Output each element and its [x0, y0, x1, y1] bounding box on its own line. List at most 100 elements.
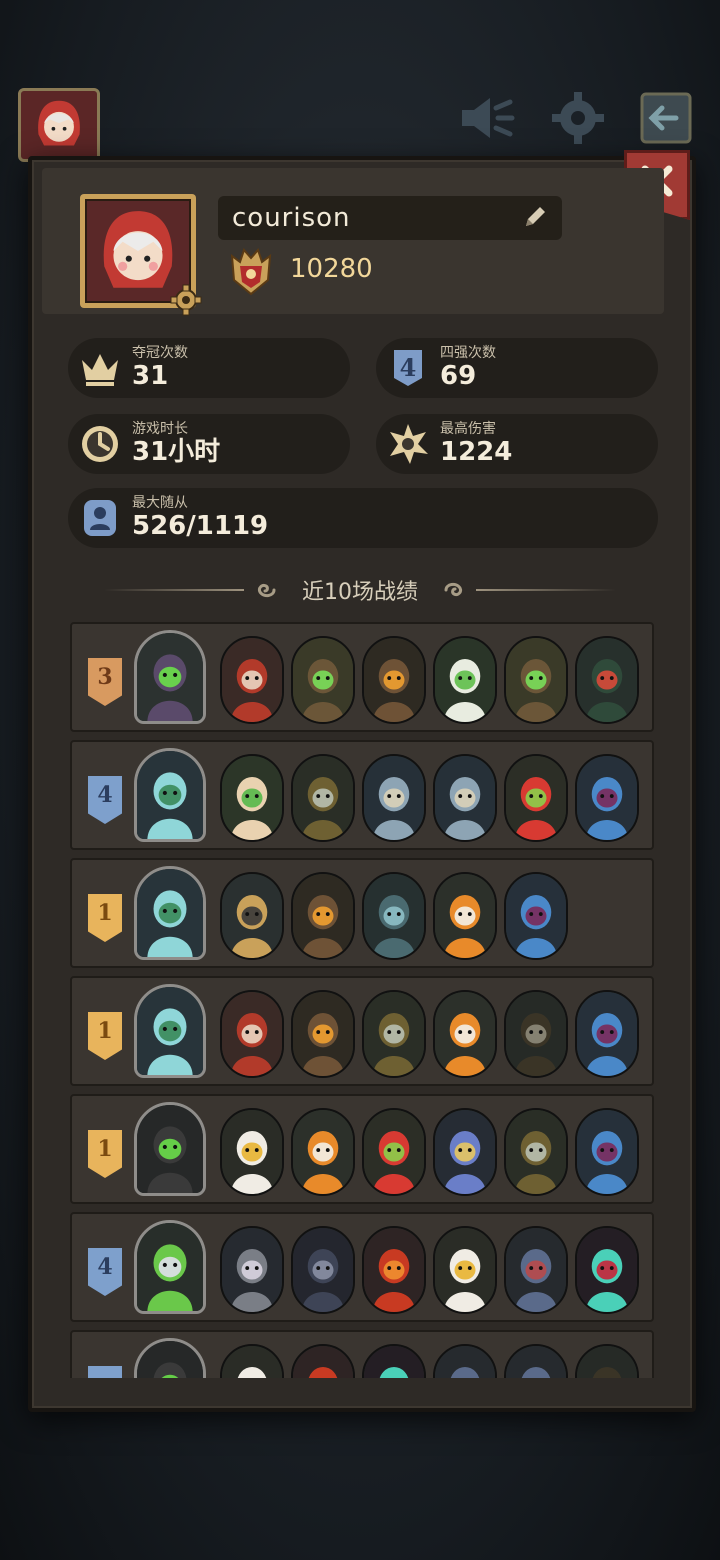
minion-icon	[76, 494, 124, 542]
match-row[interactable]: 4	[70, 1212, 654, 1322]
red-hood-assassin-unit-icon[interactable]	[220, 990, 284, 1078]
spirit-ghost-unit-icon[interactable]	[362, 1344, 426, 1378]
shadow-cat-hero-portrait[interactable]	[134, 1102, 206, 1196]
damage-burst-icon	[384, 420, 432, 468]
pumpkin-ghost-unit-icon[interactable]	[433, 990, 497, 1078]
bat-demon-unit-icon[interactable]	[433, 1344, 497, 1378]
trophy-crest-icon	[230, 248, 272, 296]
placement-badge: 1	[88, 1130, 122, 1178]
stat-max-damage: 最高伤害 1224	[376, 414, 658, 474]
speaker-icon[interactable]	[452, 88, 520, 148]
placement-badge: 1	[88, 1012, 122, 1060]
match-row[interactable]: 1	[70, 1094, 654, 1204]
stat-championships: 夺冠次数 31	[68, 338, 350, 398]
bat-demon-unit-icon[interactable]	[504, 1226, 568, 1314]
placement-badge: 4	[88, 1248, 122, 1296]
stat-value: 526/1119	[132, 511, 269, 541]
player-name: courison	[232, 203, 351, 233]
match-row[interactable]: 1	[70, 858, 654, 968]
match-history-list[interactable]: 3 4 1 1 1 4	[66, 620, 656, 1378]
werewolf-unit-icon[interactable]	[291, 1226, 355, 1314]
treant-unit-icon[interactable]	[291, 636, 355, 724]
leaf-sprout-unit-icon[interactable]	[220, 754, 284, 842]
scythe-reaper-unit-icon[interactable]	[504, 990, 568, 1078]
treant-unit-icon[interactable]	[504, 636, 568, 724]
fire-imp-unit-icon[interactable]	[362, 1226, 426, 1314]
top-avatar-button[interactable]	[18, 88, 100, 162]
match-row[interactable]: 3	[70, 622, 654, 732]
pumpkin-ghost-unit-icon[interactable]	[291, 1108, 355, 1196]
stat-label: 夺冠次数	[132, 345, 188, 361]
griffin-unit-icon[interactable]	[433, 1226, 497, 1314]
divider-line	[476, 589, 616, 591]
scarecrow-hero-portrait[interactable]	[134, 630, 206, 724]
naga-siren-unit-icon[interactable]	[575, 1108, 639, 1196]
red-hood-assassin-unit-icon[interactable]	[220, 636, 284, 724]
stat-max-minions: 最大随从 526/1119	[68, 488, 658, 548]
fire-imp-unit-icon[interactable]	[291, 1344, 355, 1378]
top4-badge-icon: 4	[384, 344, 432, 392]
griffin-unit-icon[interactable]	[220, 1108, 284, 1196]
placement-badge: 4	[88, 776, 122, 824]
grinning-plant-unit-icon[interactable]	[575, 636, 639, 724]
svg-text:4: 4	[400, 353, 417, 382]
match-row[interactable]: 4	[70, 740, 654, 850]
tomato-demon-unit-icon[interactable]	[362, 1108, 426, 1196]
spirit-ghost-unit-icon[interactable]	[575, 1226, 639, 1314]
gear-icon[interactable]	[544, 88, 612, 148]
wooden-golem-unit-icon[interactable]	[362, 636, 426, 724]
stat-top4: 4 四强次数 69	[376, 338, 658, 398]
paladin-unit-icon[interactable]	[433, 1108, 497, 1196]
swirl-ornament-icon	[258, 584, 276, 598]
section-title: 近10场战绩	[302, 580, 418, 605]
bat-demon-unit-icon[interactable]	[504, 1344, 568, 1378]
fat-noble-hero-portrait[interactable]	[134, 1220, 206, 1314]
shadow-cat-hero-portrait[interactable]	[134, 1338, 206, 1378]
exit-icon[interactable]	[632, 88, 700, 148]
divider-line	[104, 589, 244, 591]
stat-label: 游戏时长	[132, 421, 188, 437]
stat-label: 最大随从	[132, 495, 188, 511]
swirl-ornament-icon	[444, 582, 462, 596]
mushroom-crab-unit-icon[interactable]	[362, 754, 426, 842]
gray-dragon-unit-icon[interactable]	[220, 1226, 284, 1314]
fairy-queen-hero-portrait[interactable]	[134, 748, 206, 842]
player-name-bar[interactable]: courison	[218, 196, 562, 240]
avatar-settings-icon[interactable]	[170, 284, 202, 316]
naga-siren-unit-icon[interactable]	[504, 872, 568, 960]
naga-siren-unit-icon[interactable]	[575, 990, 639, 1078]
witch-hat-unit-icon[interactable]	[504, 1108, 568, 1196]
clock-icon	[76, 420, 124, 468]
edit-pencil-icon[interactable]	[522, 204, 548, 230]
naga-siren-unit-icon[interactable]	[575, 754, 639, 842]
scythe-reaper-unit-icon[interactable]	[575, 1344, 639, 1378]
stat-playtime: 游戏时长 31小时	[68, 414, 350, 474]
match-row[interactable]: 1	[70, 976, 654, 1086]
stat-label: 四强次数	[440, 345, 496, 361]
stat-label: 最高伤害	[440, 421, 496, 437]
stat-value: 31小时	[132, 437, 221, 467]
stat-value: 31	[132, 361, 169, 391]
armored-knight-unit-icon[interactable]	[220, 872, 284, 960]
crown-icon	[76, 344, 124, 392]
mushroom-crab-unit-icon[interactable]	[433, 754, 497, 842]
trophy-row: 10280	[222, 240, 373, 298]
fairy-queen-hero-portrait[interactable]	[134, 866, 206, 960]
tomato-demon-unit-icon[interactable]	[504, 754, 568, 842]
wooden-golem-unit-icon[interactable]	[291, 990, 355, 1078]
wooden-golem-unit-icon[interactable]	[291, 872, 355, 960]
steam-robot-unit-icon[interactable]	[362, 872, 426, 960]
pumpkin-ghost-unit-icon[interactable]	[433, 872, 497, 960]
radish-ghost-unit-icon[interactable]	[433, 636, 497, 724]
red-hood-avatar-icon	[38, 100, 80, 146]
stat-value: 1224	[440, 437, 513, 467]
placement-badge: 1	[88, 894, 122, 942]
match-row[interactable]	[70, 1330, 654, 1378]
griffin-unit-icon[interactable]	[220, 1344, 284, 1378]
trophy-count: 10280	[290, 254, 373, 284]
recent-matches-header: 近10场战绩	[104, 570, 616, 610]
fairy-queen-hero-portrait[interactable]	[134, 984, 206, 1078]
placement-badge	[88, 1366, 122, 1378]
witch-hat-unit-icon[interactable]	[362, 990, 426, 1078]
witch-hat-unit-icon[interactable]	[291, 754, 355, 842]
